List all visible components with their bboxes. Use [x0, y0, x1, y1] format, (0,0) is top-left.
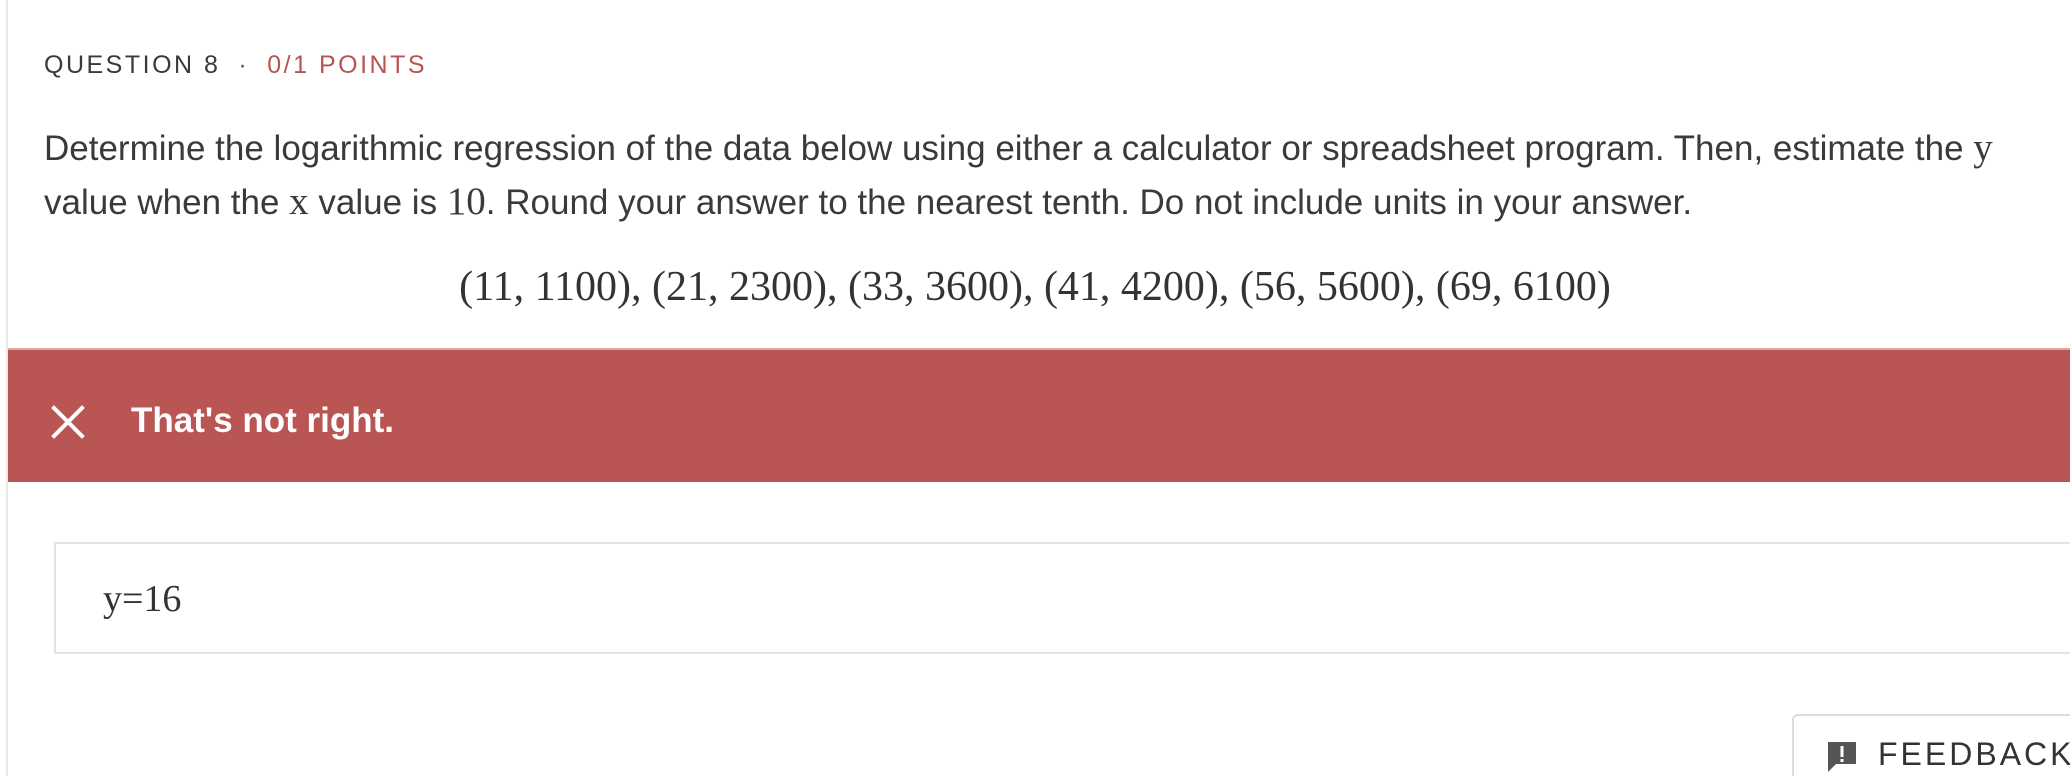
prompt-text-3: value is	[308, 183, 447, 222]
prompt-x-value: 10	[446, 180, 486, 223]
close-icon	[51, 405, 85, 439]
question-number: QUESTION 8	[44, 51, 221, 79]
feedback-label: FEEDBACK	[1878, 736, 2070, 772]
question-page: QUESTION 8 · 0/1 POINTS Determine the loga…	[0, 0, 2070, 776]
data-points: (11, 1100), (21, 2300), (33, 3600), (41,…	[459, 264, 1611, 310]
answer-value: y=16	[103, 578, 182, 620]
prompt-text-4: . Round your answer to the nearest tenth…	[485, 183, 1693, 222]
header-separator: ·	[238, 51, 250, 79]
prompt-var-x: x	[289, 180, 309, 223]
prompt-text-2: value when the	[44, 183, 290, 222]
question-prompt: Determine the logarithmic regression of …	[44, 121, 2044, 229]
prompt-var-y: y	[1973, 126, 1993, 169]
points-score: 0/1 POINTS	[267, 51, 428, 79]
feedback-icon	[1828, 742, 1856, 772]
question-header: QUESTION 8 · 0/1 POINTS	[44, 48, 427, 82]
result-message: That's not right.	[131, 401, 395, 440]
prompt-text-1: Determine the logarithmic regression of …	[44, 129, 1974, 168]
answer-field[interactable]	[54, 542, 2070, 654]
